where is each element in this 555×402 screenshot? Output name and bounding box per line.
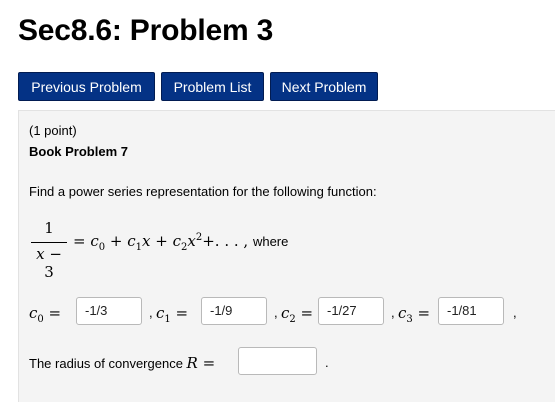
radius-label: The radius of convergence R = [29, 354, 216, 372]
c2-input[interactable]: -1/27 [318, 297, 384, 325]
problem-panel: (1 point) Book Problem 7 Find a power se… [18, 110, 555, 402]
c0-input[interactable]: -1/3 [76, 297, 142, 325]
comma-separator: , [513, 305, 517, 320]
series-ellipsis: +. . . , [202, 232, 249, 250]
previous-problem-button[interactable]: Previous Problem [18, 72, 155, 101]
radius-symbol: R [186, 354, 198, 372]
c0-label: c0 = [29, 304, 62, 325]
comma-separator: , [149, 305, 153, 320]
points-label: (1 point) [29, 123, 77, 138]
c1-label: c1 = [156, 304, 189, 325]
comma-separator: , [391, 305, 395, 320]
radius-input[interactable] [238, 347, 317, 375]
c3-label: c3 = [398, 304, 431, 325]
problem-navigation: Previous Problem Problem List Next Probl… [18, 72, 378, 101]
page-title: Sec8.6: Problem 3 [18, 14, 274, 47]
question-text: Find a power series representation for t… [29, 184, 377, 199]
coefficient-answers: c0 = -1/3 , c1 = -1/9 , c2 = -1/27 , c3 … [29, 297, 539, 327]
book-problem-label: Book Problem 7 [29, 144, 128, 159]
denominator-rest: − 3 [44, 245, 62, 281]
next-problem-button[interactable]: Next Problem [270, 72, 378, 101]
power-series-equation: 1 x − 3 = c0 + c1x + c2x2+. . . , where [29, 219, 529, 281]
radius-of-convergence: The radius of convergence R = . [29, 347, 429, 377]
c3-input[interactable]: -1/81 [438, 297, 504, 325]
fraction-denominator: x − 3 [29, 245, 69, 281]
fraction-numerator: 1 [44, 219, 54, 237]
where-text: where [252, 234, 289, 249]
denominator-variable: x [36, 245, 45, 263]
series-expansion: = c0 + c1x + c2x2+. . . , where [73, 232, 289, 253]
c2-label: c2 = [281, 304, 314, 325]
comma-separator: , [274, 305, 278, 320]
series-equals: = [73, 232, 91, 250]
fraction-bar [31, 242, 67, 243]
c1-input[interactable]: -1/9 [201, 297, 267, 325]
radius-period: . [325, 355, 329, 370]
problem-list-button[interactable]: Problem List [161, 72, 264, 101]
